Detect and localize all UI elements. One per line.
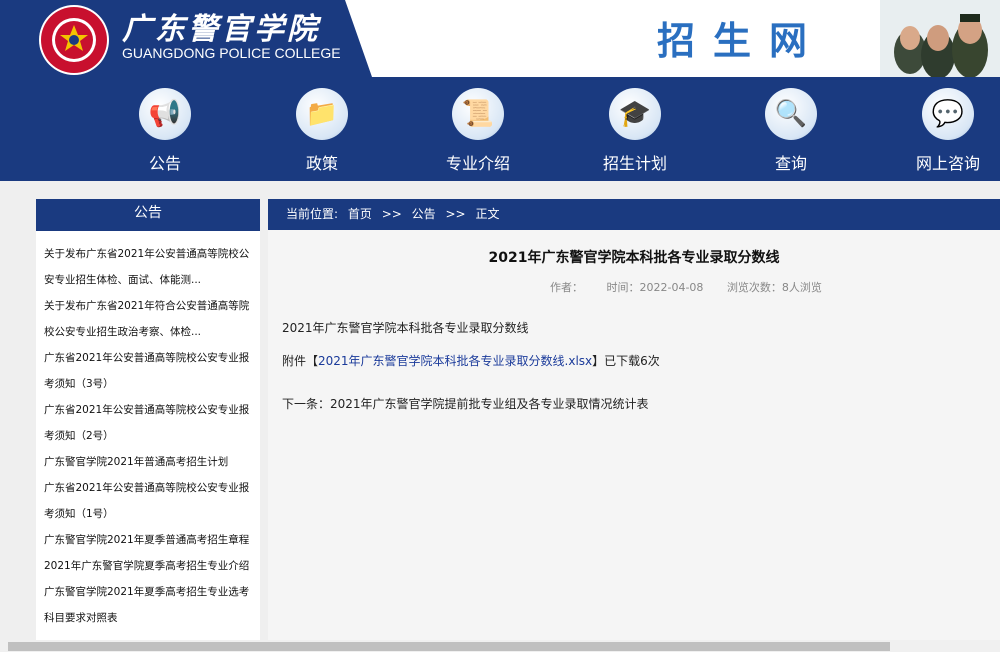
nav-item-policy[interactable]: 📁 政策: [262, 77, 382, 181]
announcement-sidebar: 公告 关于发布广东省2021年公安普通高等院校公安专业招生体检、面试、体能测..…: [36, 199, 260, 652]
sidebar-item[interactable]: 广东省2021年公安普通高等院校公安专业报考须知（2号）: [44, 397, 254, 449]
scrollbar-thumb[interactable]: [8, 642, 890, 651]
nav-label: 查询: [774, 154, 807, 173]
nav-item-enrollment-plan[interactable]: 🎓 招生计划: [575, 77, 695, 181]
sidebar-list: 关于发布广东省2021年公安普通高等院校公安专业招生体检、面试、体能测... 关…: [36, 231, 260, 631]
site-header: 广东警官学院 GUANGDONG POLICE COLLEGE 招生网: [0, 0, 1000, 77]
sidebar-item[interactable]: 广东警官学院2021年普通高考招生计划: [44, 449, 254, 475]
article-time: 时间：2022-04-08: [606, 281, 704, 294]
nav-item-query[interactable]: 🔍 查询: [731, 77, 851, 181]
breadcrumb: 当前位置: 首页 >> 公告 >> 正文: [268, 199, 1000, 230]
nav-label: 公告: [148, 154, 181, 173]
sidebar-title: 公告: [36, 199, 260, 231]
college-name-en: GUANGDONG POLICE COLLEGE: [122, 45, 341, 61]
next-article-link[interactable]: 下一条：2021年广东警官学院提前批专业组及各专业录取情况统计表: [282, 395, 649, 412]
nav-label: 政策: [305, 154, 338, 173]
folder-icon: 📁: [296, 88, 348, 140]
magnifier-icon: 🔍: [765, 88, 817, 140]
police-cadets-photo: [880, 0, 1000, 77]
site-name: 招生网: [657, 19, 826, 63]
chat-bubble-icon: 💬: [922, 88, 974, 140]
breadcrumb-current: 正文: [475, 207, 500, 221]
article-author: 作者：: [550, 281, 583, 294]
main-nav: 📢 公告 📁 政策 📜 专业介绍 🎓 招生计划 🔍 查询 💬 网上咨询: [0, 77, 1000, 181]
attachment-line: 附件【2021年广东警官学院本科批各专业录取分数线.xlsx】已下载6次: [282, 352, 660, 369]
breadcrumb-home-link[interactable]: 首页: [348, 207, 372, 221]
article-panel: 当前位置: 首页 >> 公告 >> 正文 2021年广东警官学院本科批各专业录取…: [268, 199, 1000, 652]
sidebar-item[interactable]: 广东省2021年公安普通高等院校公安专业报考须知（3号）: [44, 345, 254, 397]
breadcrumb-section-link[interactable]: 公告: [412, 207, 436, 221]
article-body: 2021年广东警官学院本科批各专业录取分数线: [282, 321, 529, 335]
breadcrumb-separator: >>: [445, 207, 466, 221]
nav-label: 招生计划: [602, 154, 667, 173]
horizontal-scrollbar[interactable]: [0, 640, 1000, 652]
attachment-suffix: 】已下载6次: [592, 354, 660, 368]
college-logo[interactable]: [38, 4, 110, 76]
sidebar-item[interactable]: 广东省2021年公安普通高等院校公安专业报考须知（1号）: [44, 475, 254, 527]
nav-item-consult[interactable]: 💬 网上咨询: [888, 77, 1000, 181]
sidebar-item[interactable]: 关于发布广东省2021年符合公安普通高等院校公安专业招生政治考察、体检...: [44, 293, 254, 345]
article-meta: 作者： 时间：2022-04-08 浏览次数：8人浏览: [550, 279, 842, 295]
sidebar-item[interactable]: 关于发布广东省2021年公安普通高等院校公安专业招生体检、面试、体能测...: [44, 241, 254, 293]
attachment-download-link[interactable]: 2021年广东警官学院本科批各专业录取分数线.xlsx: [318, 354, 592, 368]
graduation-cap-icon: 🎓: [609, 88, 661, 140]
nav-label: 网上咨询: [915, 154, 980, 173]
article-title: 2021年广东警官学院本科批各专业录取分数线: [488, 250, 780, 266]
megaphone-icon: 📢: [139, 88, 191, 140]
article-views: 浏览次数：8人浏览: [726, 281, 822, 294]
nav-item-announcements[interactable]: 📢 公告: [105, 77, 225, 181]
nav-item-majors[interactable]: 📜 专业介绍: [418, 77, 538, 181]
breadcrumb-separator: >>: [381, 207, 402, 221]
attachment-prefix: 附件【: [282, 354, 319, 368]
college-name-cn: 广东警官学院: [122, 12, 320, 47]
nav-label: 专业介绍: [445, 154, 510, 173]
diploma-icon: 📜: [452, 88, 504, 140]
sidebar-item[interactable]: 广东警官学院2021年夏季普通高考招生章程: [44, 527, 254, 553]
breadcrumb-prefix: 当前位置:: [286, 207, 339, 221]
sidebar-item[interactable]: 2021年广东警官学院夏季高考招生专业介绍: [44, 553, 254, 579]
sidebar-item[interactable]: 广东警官学院2021年夏季高考招生专业选考科目要求对照表: [44, 579, 254, 631]
